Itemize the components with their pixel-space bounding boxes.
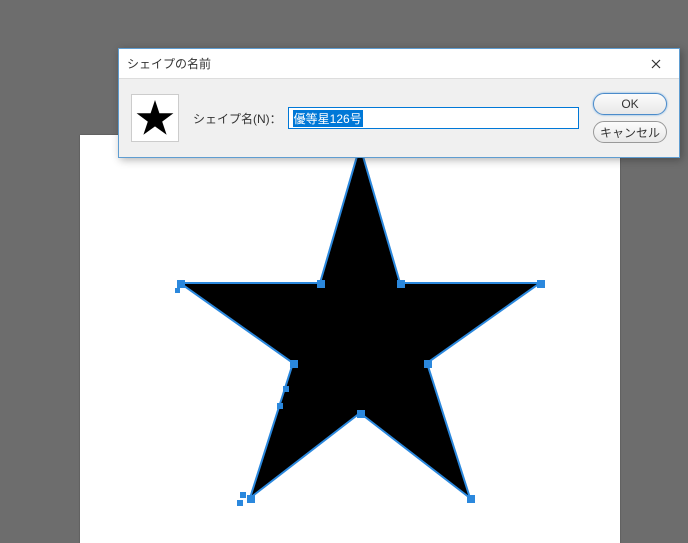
close-button[interactable] [641, 50, 671, 78]
dialog-titlebar[interactable]: シェイプの名前 [119, 49, 679, 79]
canvas-document[interactable] [80, 135, 620, 543]
close-icon [651, 59, 661, 69]
dialog-body: シェイプ名(N)： 優等星126号 OK キャンセル [119, 79, 679, 157]
shape-name-input[interactable]: 優等星126号 [288, 107, 579, 129]
cancel-button[interactable]: キャンセル [593, 121, 667, 143]
shape-thumbnail [131, 94, 179, 142]
dialog-buttons: OK キャンセル [593, 93, 667, 143]
dialog-title: シェイプの名前 [127, 55, 211, 72]
shape-name-value: 優等星126号 [293, 110, 363, 127]
shape-name-label: シェイプ名(N)： [193, 110, 282, 127]
shape-name-dialog: シェイプの名前 シェイプ名(N)： 優等星126号 OK キャンセル [118, 48, 680, 158]
form-row: シェイプ名(N)： 優等星126号 [193, 107, 579, 129]
star-icon [135, 98, 175, 138]
ok-button[interactable]: OK [593, 93, 667, 115]
star-vector-shape[interactable] [175, 138, 545, 508]
